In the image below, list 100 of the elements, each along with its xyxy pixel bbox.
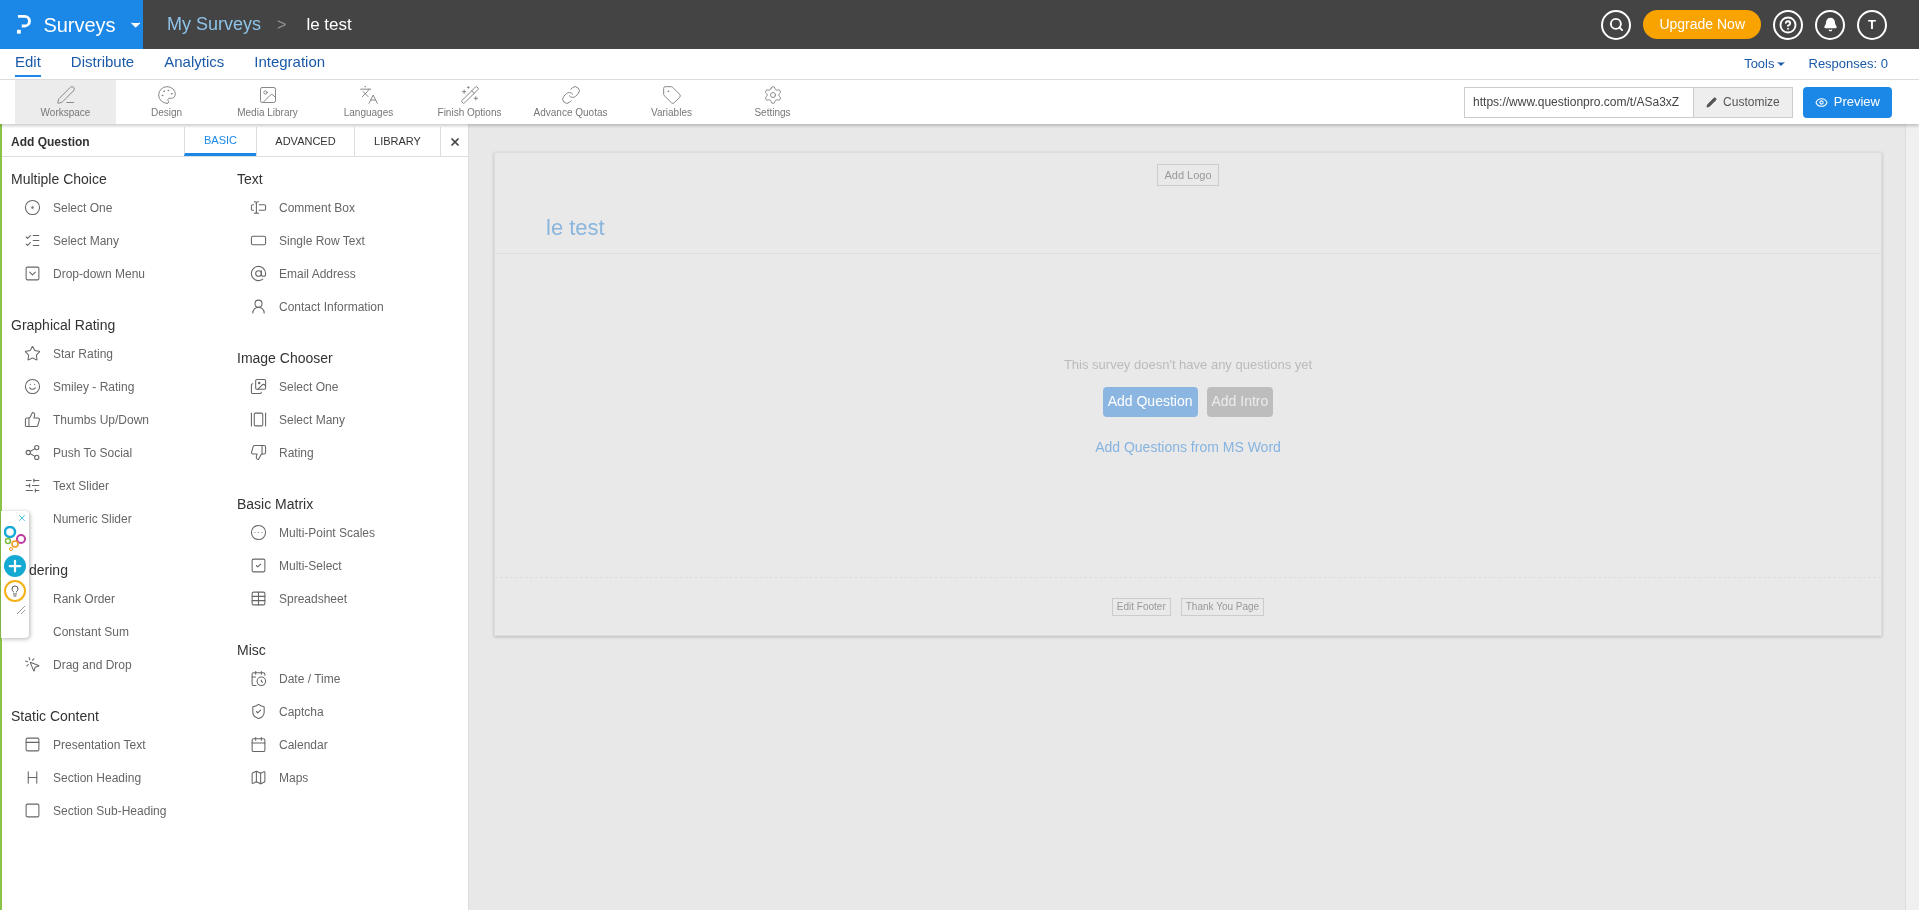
question-type-item[interactable]: Push To Social	[11, 436, 133, 469]
gallery-icon	[249, 411, 267, 428]
pen-lines-icon	[55, 84, 76, 105]
map-icon	[249, 769, 267, 786]
dots-icon	[249, 524, 267, 541]
question-type-item[interactable]: Select Many	[11, 224, 120, 257]
table-icon	[249, 590, 267, 607]
question-type-item[interactable]: Multi-Select	[237, 549, 342, 582]
close-icon[interactable]	[17, 513, 27, 523]
responses-link[interactable]: Responses: 0	[1808, 54, 1888, 74]
logo-icon	[16, 13, 32, 36]
smiley-icon	[23, 378, 41, 395]
question-type-item[interactable]: Select Many	[237, 403, 346, 436]
help-button[interactable]	[1773, 9, 1803, 40]
calendar-icon	[249, 736, 267, 753]
toolbar-item[interactable]: Advance Quotas	[520, 80, 621, 124]
section-title: Multiple Choice	[11, 170, 107, 189]
thumbs-up-icon	[23, 411, 41, 428]
question-type-item[interactable]: Comment Box	[237, 191, 356, 224]
add-icon[interactable]	[4, 555, 26, 577]
section-title: Graphical Rating	[11, 316, 116, 335]
question-type-item[interactable]: Calendar	[237, 728, 328, 761]
question-type-item[interactable]: Maps	[237, 761, 309, 794]
text-box-icon	[249, 199, 267, 216]
tools-menu[interactable]: Tools	[1744, 54, 1787, 74]
lightbulb-icon[interactable]	[4, 580, 26, 602]
magic-wand-icon	[459, 84, 480, 105]
images-icon	[249, 378, 267, 395]
panel-tab[interactable]: LIBRARY	[354, 127, 440, 156]
scrollbar[interactable]	[1905, 124, 1919, 910]
panel-title: Add Question	[10, 133, 91, 151]
question-type-item[interactable]: Section Sub-Heading	[11, 794, 167, 827]
toolbar-item[interactable]: Languages	[318, 80, 419, 124]
breadcrumb-separator: >	[277, 14, 287, 35]
question-type-item[interactable]: Star Rating	[11, 337, 114, 370]
section-title: Misc	[237, 641, 266, 660]
toolbar-item[interactable]: Media Library	[217, 80, 318, 124]
url-field[interactable]: https://www.questionpro.com/t/ASa3xZ	[1464, 86, 1695, 118]
nav-tab[interactable]: Edit	[15, 51, 41, 77]
customize-button[interactable]: Customize	[1694, 86, 1793, 118]
search-button[interactable]	[1601, 9, 1632, 40]
surveys-menu[interactable]: Surveys	[0, 0, 143, 49]
panel-icon	[23, 736, 41, 753]
question-type-item[interactable]: Select One	[11, 191, 113, 224]
calendar-clock-icon	[249, 670, 267, 687]
toolbar-item[interactable]: Variables	[621, 80, 722, 124]
settings-icon	[762, 84, 783, 105]
question-type-item[interactable]: Captcha	[237, 695, 324, 728]
question-type-item[interactable]: Presentation Text	[11, 728, 146, 761]
nav-tab[interactable]: Integration	[254, 51, 326, 77]
question-type-item[interactable]: Select One	[237, 370, 339, 403]
question-type-item[interactable]: Constant Sum	[53, 615, 130, 648]
toolbar-item[interactable]: Workspace	[15, 80, 116, 124]
search-icon	[1608, 17, 1624, 32]
question-type-item[interactable]: Single Row Text	[237, 224, 365, 257]
question-type-item[interactable]: Email Address	[237, 257, 356, 290]
bell-icon	[1822, 17, 1838, 32]
close-icon	[448, 135, 461, 148]
preview-button[interactable]: Preview	[1802, 86, 1892, 118]
question-type-item[interactable]: Section Heading	[11, 761, 142, 794]
toolbar-item[interactable]: Finish Options	[419, 80, 520, 124]
question-type-item[interactable]: Rank Order	[53, 582, 116, 615]
pencil-icon	[1706, 96, 1718, 108]
bubbles-icon	[4, 526, 26, 552]
question-type-item[interactable]: Thumbs Up/Down	[11, 403, 150, 436]
square-icon	[23, 802, 41, 819]
at-sign-icon	[249, 265, 267, 282]
toolbar-item[interactable]: Design	[116, 80, 217, 124]
plus-icon	[6, 557, 24, 575]
question-type-item[interactable]: Text Slider	[11, 469, 110, 502]
question-type-item[interactable]: Contact Information	[237, 290, 384, 323]
section-title: Basic Matrix	[237, 495, 314, 514]
languages-icon	[358, 84, 379, 105]
question-type-item[interactable]: Drop-down Menu	[11, 257, 146, 290]
breadcrumb-link[interactable]: My Surveys	[167, 11, 262, 38]
avatar-button[interactable]: T	[1857, 9, 1887, 40]
question-type-item[interactable]: Rating	[237, 436, 314, 469]
dropdown-icon	[23, 265, 41, 282]
pointer-icon	[23, 656, 41, 673]
nav-tab[interactable]: Distribute	[70, 51, 135, 77]
resize-grip-icon	[16, 605, 26, 615]
star-icon	[23, 345, 41, 362]
toolbar-item[interactable]: Settings	[722, 80, 823, 124]
question-type-item[interactable]: Drag and Drop	[11, 648, 132, 681]
notifications-button[interactable]	[1815, 9, 1845, 40]
panel-tab[interactable]: BASIC	[184, 127, 256, 156]
person-icon	[249, 298, 267, 315]
survey-name: le test	[306, 13, 352, 36]
image-icon	[257, 84, 278, 105]
question-type-item[interactable]: Numeric Slider	[53, 502, 132, 535]
question-type-item[interactable]: Multi-Point Scales	[237, 516, 376, 549]
section-title: Text	[237, 170, 263, 189]
nav-tab[interactable]: Analytics	[164, 51, 225, 77]
question-type-item[interactable]: Smiley - Rating	[11, 370, 135, 403]
section-title: Static Content	[11, 707, 99, 726]
panel-tab[interactable]: ADVANCED	[256, 127, 354, 156]
question-type-item[interactable]: Date / Time	[237, 662, 341, 695]
palette-icon	[156, 84, 177, 105]
share-icon	[23, 444, 41, 461]
question-type-item[interactable]: Spreadsheet	[237, 582, 348, 615]
